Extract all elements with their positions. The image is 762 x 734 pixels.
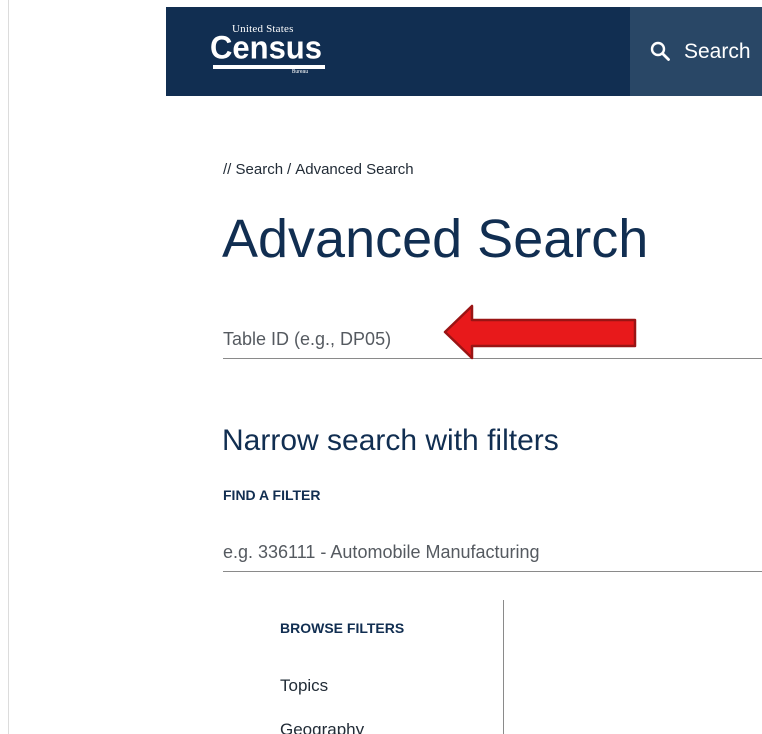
- browse-filter-topics[interactable]: Topics: [280, 676, 328, 696]
- filter-search-input[interactable]: [223, 533, 762, 572]
- page-title: Advanced Search: [222, 209, 649, 269]
- filters-heading: Narrow search with filters: [222, 424, 559, 457]
- breadcrumb-current: Advanced Search: [295, 161, 414, 178]
- logo-bureau-text: Bureau: [292, 69, 309, 75]
- breadcrumb-prefix: //: [223, 161, 232, 178]
- breadcrumb-separator: /: [287, 161, 292, 178]
- search-nav-label: Search: [684, 40, 751, 63]
- logo-main-text: Census: [210, 29, 322, 66]
- site-header: United States Census Bureau Search: [166, 7, 762, 96]
- browse-filters-label: BROWSE FILTERS: [280, 620, 405, 636]
- find-filter-label: FIND A FILTER: [223, 487, 321, 503]
- breadcrumb-link-search[interactable]: Search: [236, 161, 284, 178]
- breadcrumb: // Search / Advanced Search: [223, 161, 414, 178]
- logo-underline: [213, 65, 325, 69]
- red-arrow-icon: [443, 304, 637, 360]
- census-logo[interactable]: United States Census Bureau: [210, 21, 340, 81]
- browse-filter-geography[interactable]: Geography: [280, 720, 364, 734]
- left-border: [8, 0, 9, 734]
- search-icon: [650, 41, 670, 61]
- search-nav-button[interactable]: Search: [630, 7, 762, 96]
- browse-filters-divider: [503, 600, 504, 734]
